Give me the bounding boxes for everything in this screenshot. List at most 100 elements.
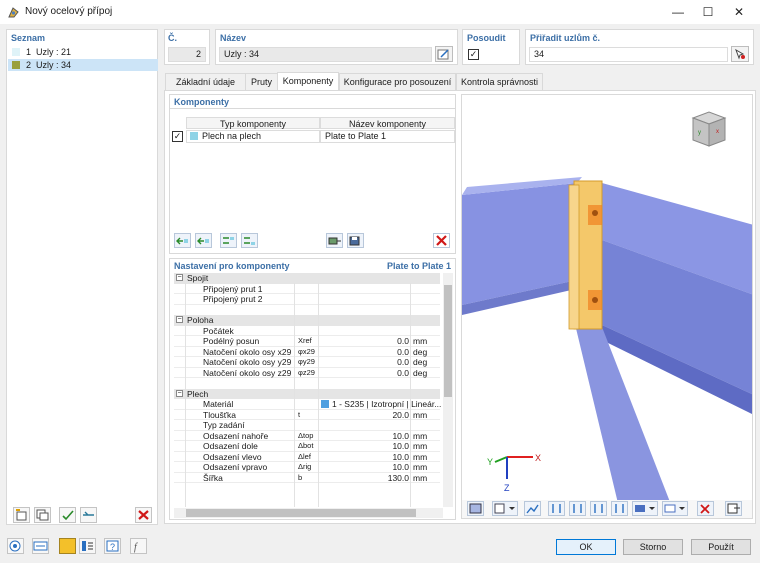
view-cube[interactable]: y x	[687, 108, 727, 150]
component-checkbox[interactable]: ✓	[172, 131, 183, 142]
component-name[interactable]: Plate to Plate 1	[320, 130, 455, 143]
color-icon[interactable]	[59, 538, 76, 554]
settings-row[interactable]: Odsazení nahoře Δtop 10.0 mm	[174, 430, 440, 442]
export-view-icon[interactable]	[725, 501, 742, 516]
info-icon[interactable]: ?	[104, 538, 121, 554]
vscroll-thumb[interactable]	[444, 285, 452, 397]
tab-members[interactable]: Pruty	[245, 73, 278, 90]
settings-row[interactable]: Materiál 1 - S235 | Izotropní | Lineár...	[174, 399, 441, 410]
minimize-icon[interactable]: —	[668, 3, 688, 21]
check-items-icon[interactable]	[59, 507, 76, 523]
collapse-icon[interactable]: −	[176, 316, 183, 323]
view-iso-icon[interactable]	[611, 501, 628, 516]
section-icon[interactable]	[662, 501, 688, 516]
units-icon[interactable]	[32, 538, 49, 554]
settings-row[interactable]: Připojený prut 1Prut 1	[174, 284, 440, 294]
settings-row[interactable]: Natočení okolo osy x29 φx29 0.0 deg	[174, 347, 440, 358]
edit-name-button[interactable]	[435, 46, 453, 62]
row-value[interactable]: 1 - S235 | Izotropní | Lineár...	[321, 399, 441, 410]
view-axis-z-icon[interactable]	[590, 501, 607, 516]
settings-row[interactable]: Typ zadáníOdsazení	[174, 420, 440, 431]
import-component-icon[interactable]	[326, 233, 343, 248]
settings-section[interactable]: − Spojit	[174, 273, 440, 284]
row-value[interactable]: 0.0	[321, 368, 409, 379]
view-axis-y-icon[interactable]	[569, 501, 586, 516]
ok-button[interactable]: OK	[556, 539, 616, 555]
steel-joint-app-icon	[8, 7, 19, 18]
assign-nodes-field[interactable]: 34	[529, 47, 728, 62]
assess-checkbox[interactable]: ✓	[468, 49, 479, 60]
row-label: Natočení okolo osy y29	[203, 357, 292, 367]
tab-validation[interactable]: Kontrola správnosti	[456, 73, 543, 90]
insert-before-icon[interactable]	[174, 233, 191, 248]
color-swatch	[190, 132, 198, 140]
tab-components[interactable]: Komponenty	[277, 72, 339, 91]
settings-section[interactable]: − Plech	[174, 388, 440, 399]
settings-row[interactable]: Natočení okolo osy z29 φz29 0.0 deg	[174, 367, 440, 379]
settings-section[interactable]: − Poloha	[174, 315, 440, 326]
settings-row[interactable]: Podélný posun Xref 0.0 mm	[174, 336, 440, 347]
name-field[interactable]: Uzly : 34	[219, 47, 432, 62]
settings-row[interactable]: Odsazení dole Δbot 10.0 mm	[174, 441, 440, 452]
col-header-type: Typ komponenty	[186, 117, 320, 129]
settings-row[interactable]: Natočení okolo osy y29 φy29 0.0 deg	[174, 357, 440, 368]
delete-component-icon[interactable]	[433, 233, 450, 248]
collapse-icon[interactable]: −	[176, 274, 183, 281]
apply-button[interactable]: Použít	[691, 539, 751, 555]
settings-row[interactable]: PočátekPoloviční úhel	[174, 326, 440, 336]
row-value[interactable]: 0.0	[321, 357, 409, 368]
help-icon[interactable]	[7, 538, 24, 554]
new-item-icon[interactable]	[13, 507, 30, 523]
settings-row[interactable]: Šířka b 130.0 mm	[174, 472, 440, 484]
cancel-button[interactable]: Storno	[623, 539, 683, 555]
formula-icon[interactable]: f	[130, 538, 147, 554]
view-axis-x-icon[interactable]	[548, 501, 565, 516]
row-value[interactable]: 0.0	[321, 347, 409, 358]
list-item-2[interactable]: 2 Uzly : 34	[8, 59, 158, 71]
settings-row[interactable]: Odsazení vlevo Δlef 10.0 mm	[174, 452, 440, 463]
settings-row[interactable]: Připojený prut 2Prut 2	[174, 294, 440, 305]
tab-design-config[interactable]: Konfigurace pro posouzení	[339, 73, 456, 90]
delete-item-icon[interactable]	[135, 507, 152, 523]
settings-vscroll[interactable]	[443, 273, 453, 507]
table-view-icon[interactable]	[79, 538, 96, 554]
row-unit: mm	[413, 430, 428, 441]
tab-basic[interactable]: Základní údaje	[165, 73, 246, 90]
visibility-icon[interactable]	[632, 501, 658, 516]
table-row[interactable]: Plech na plech	[186, 130, 320, 143]
uncheck-items-icon[interactable]	[80, 507, 97, 523]
display-options-icon[interactable]	[492, 501, 518, 516]
row-label: Odsazení dole	[203, 441, 258, 451]
maximize-icon[interactable]: ☐	[698, 3, 718, 21]
row-label: Natočení okolo osy z29	[203, 367, 292, 378]
copy-item-icon[interactable]	[34, 507, 51, 523]
row-value[interactable]: 0.0	[321, 336, 409, 347]
hscroll-thumb[interactable]	[186, 509, 416, 517]
row-label: Šířka	[203, 472, 223, 483]
row-value[interactable]: 10.0	[321, 441, 409, 452]
row-value[interactable]: 20.0	[321, 410, 409, 421]
render-mode-icon[interactable]	[467, 501, 484, 516]
number-field[interactable]: 2	[168, 47, 206, 62]
pick-nodes-button[interactable]	[731, 46, 749, 62]
list-item-1[interactable]: 1 Uzly : 21	[8, 46, 158, 58]
settings-row[interactable]: Odsazení vpravo Δrig 10.0 mm	[174, 462, 440, 473]
close-icon[interactable]: ✕	[729, 3, 749, 21]
settings-row[interactable]: Tloušťka t 20.0 mm	[174, 410, 440, 421]
row-value[interactable]: 10.0	[321, 452, 409, 463]
move-up-icon[interactable]	[220, 233, 237, 248]
insert-after-icon[interactable]	[195, 233, 212, 248]
collapse-icon[interactable]: −	[176, 389, 183, 397]
model-3d-view[interactable]: y x X Y Z	[461, 94, 753, 519]
row-value[interactable]: 130.0	[321, 473, 409, 484]
reset-view-icon[interactable]	[697, 501, 714, 516]
row-value[interactable]: 10.0	[321, 462, 409, 473]
name-label: Název	[220, 33, 247, 43]
settings-hscroll[interactable]	[174, 508, 443, 518]
save-component-icon[interactable]	[347, 233, 364, 248]
row-label: Typ zadání	[203, 420, 245, 430]
row-value[interactable]: 10.0	[321, 431, 409, 442]
move-down-icon[interactable]	[241, 233, 258, 248]
view-chart-icon[interactable]	[524, 501, 541, 516]
row-unit: mm	[413, 441, 428, 451]
